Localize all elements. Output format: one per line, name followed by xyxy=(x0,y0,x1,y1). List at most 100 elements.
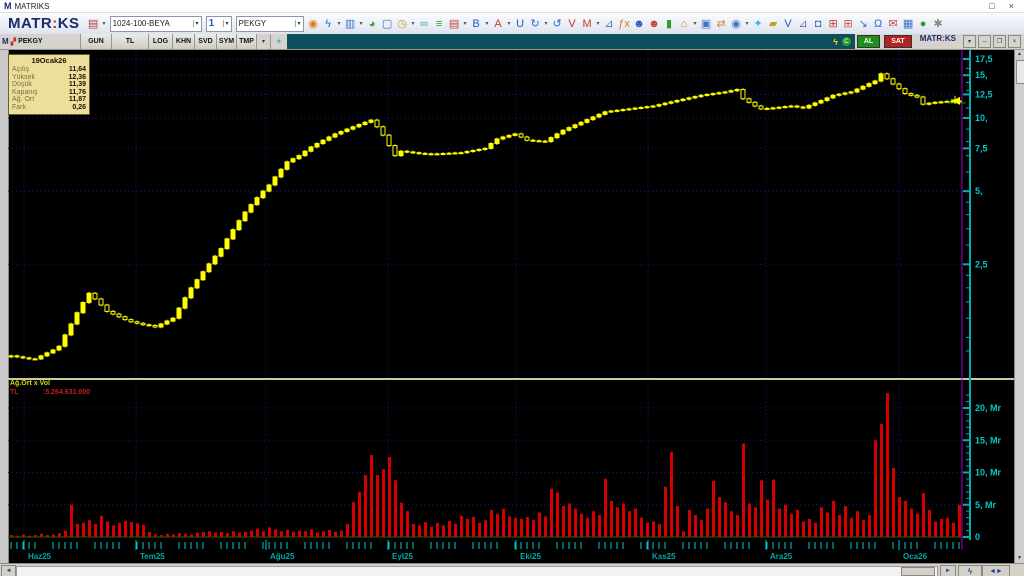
matriks-m-icon-caret[interactable]: ▾ xyxy=(595,20,602,27)
titlebar-button-khn[interactable]: KHN xyxy=(173,34,195,49)
mail-icon[interactable]: ✉ xyxy=(886,16,901,32)
drawing-tools-icon[interactable]: ⊿ xyxy=(796,16,811,32)
titlebar-button-tl[interactable]: TL xyxy=(112,34,149,49)
save-icon[interactable]: ▤ xyxy=(86,16,101,32)
lightning-icon[interactable]: ϟ xyxy=(321,16,336,32)
vertical-scrollbar[interactable]: ▲ ▼ xyxy=(1014,50,1024,563)
clock-icon-caret[interactable]: ▾ xyxy=(410,20,417,27)
horizontal-scroll-track[interactable] xyxy=(16,566,938,576)
profile-icon[interactable]: ☻ xyxy=(632,16,647,32)
screen-record-icon[interactable]: ◘ xyxy=(811,16,826,32)
horizontal-scrollbar[interactable]: ◄ ► ϟ ◄► xyxy=(0,563,1024,576)
analysis-icon-caret[interactable]: ▾ xyxy=(506,20,513,27)
monitor-icon[interactable]: ▢ xyxy=(380,16,395,32)
pie-chart-icon[interactable]: ◕ xyxy=(365,16,380,32)
titlebar-button-gun[interactable]: GUN xyxy=(81,34,112,49)
refresh-icon-caret[interactable]: ▾ xyxy=(543,20,550,27)
quick-trade-lightning-icon[interactable]: ϟ xyxy=(833,37,838,47)
screener-icon-caret[interactable]: ▾ xyxy=(744,20,751,27)
chart-pin-caret-icon[interactable]: ▾ xyxy=(963,35,976,48)
chart-close-icon[interactable]: × xyxy=(1008,35,1021,48)
lightning-icon-caret[interactable]: ▾ xyxy=(336,20,343,27)
vertical-scroll-thumb[interactable] xyxy=(1016,60,1024,84)
titlebar-button-tmp[interactable]: TMP xyxy=(237,34,257,49)
scroll-left-icon[interactable]: ◄ xyxy=(1,565,16,576)
refresh-data-icon[interactable]: ϟ xyxy=(958,565,982,576)
company-icon[interactable]: ⌂ xyxy=(677,16,692,32)
svg-text:10, Mr: 10, Mr xyxy=(975,468,1002,478)
page-nav-arrows-icon[interactable]: ◄► xyxy=(982,565,1010,576)
chart-canvas[interactable]: 17,5 15, 12,5 10, 7,5 5, 2,5 20, Mr 15, Mr 10, Mr… xyxy=(8,50,1014,563)
refresh-alt-icon[interactable]: ↺ xyxy=(550,16,565,32)
chat-icon[interactable]: ● xyxy=(916,16,931,32)
chart-twitter-icon[interactable]: ✦ xyxy=(271,34,287,49)
analysis-icon[interactable]: A xyxy=(491,16,506,32)
ohlc-info-box: 19Ocak26 Açılış 11,64 Yüksek 12,36 Düşük 11,3… xyxy=(8,54,90,115)
scroll-down-icon[interactable]: ▼ xyxy=(1015,554,1024,563)
sell-button[interactable]: SAT xyxy=(884,35,912,48)
chart-compare-icon[interactable]: ▞ xyxy=(11,38,16,46)
alarm-icon[interactable]: Ω xyxy=(871,16,886,32)
formula-icon[interactable]: ƒx xyxy=(617,16,632,32)
screener-icon[interactable]: ◉ xyxy=(729,16,744,32)
portfolio-icon[interactable]: ▮ xyxy=(662,16,677,32)
company-icon-caret[interactable]: ▾ xyxy=(692,20,699,27)
zoom-icon[interactable]: ◉ xyxy=(306,16,321,32)
titlebar-filler: ϟ C xyxy=(287,34,855,49)
chart-minimize-icon[interactable]: ─ xyxy=(978,35,991,48)
horizontal-scroll-thumb[interactable] xyxy=(901,567,935,576)
chart-line-icon[interactable]: ⊿ xyxy=(602,16,617,32)
workspace-select[interactable]: 1024-100-BEYA ▾ xyxy=(109,15,202,32)
chart-restore-icon[interactable]: ❐ xyxy=(993,35,1006,48)
bonds-icon[interactable]: B xyxy=(469,16,484,32)
news-icon-caret[interactable]: ▾ xyxy=(462,20,469,27)
titlebar-button-log[interactable]: LOG xyxy=(149,34,173,49)
contacts-icon[interactable]: ☻ xyxy=(647,16,662,32)
svg-text:20, Mr: 20, Mr xyxy=(975,403,1002,413)
handshake-icon[interactable]: ∞ xyxy=(417,16,432,32)
refresh-icon[interactable]: ↻ xyxy=(528,16,543,32)
pointer-icon[interactable]: ↘ xyxy=(856,16,871,32)
exchange-icon[interactable]: ⇄ xyxy=(714,16,729,32)
buy-button[interactable]: AL xyxy=(856,35,881,48)
bonds-icon-caret[interactable]: ▾ xyxy=(484,20,491,27)
titlebar-button-svd[interactable]: SVD xyxy=(195,34,217,49)
condition-c-icon[interactable]: C xyxy=(841,37,851,46)
documents-icon[interactable]: ▣ xyxy=(699,16,714,32)
svg-text:Eki25: Eki25 xyxy=(520,552,541,561)
titlebar-brand: MATR:KS xyxy=(919,34,956,43)
folder-icon[interactable]: ▰ xyxy=(766,16,781,32)
svg-text:Tem25: Tem25 xyxy=(140,552,165,561)
v-icon[interactable]: V xyxy=(781,16,796,32)
news-icon[interactable]: ▤ xyxy=(447,16,462,32)
matriks-terminal: { "os_titlebar": { "app_name": "MATRIKS"… xyxy=(0,0,1024,576)
viop-icon[interactable]: V xyxy=(565,16,580,32)
calculator-icon[interactable]: ▦ xyxy=(901,16,916,32)
restore-window-icon[interactable]: □ xyxy=(989,1,994,11)
settings-icon[interactable]: ✱ xyxy=(931,16,946,32)
chart-symbol-label[interactable]: PEKGY xyxy=(18,38,43,45)
symbol-select[interactable]: PEKGY ▾ xyxy=(235,15,304,32)
funds-icon[interactable]: U xyxy=(513,16,528,32)
chart-options-caret-icon[interactable]: ▾ xyxy=(257,34,271,49)
market-depth-icon[interactable]: ≡ xyxy=(432,16,447,32)
svg-text:7,5: 7,5 xyxy=(975,143,988,153)
page-select[interactable]: 1 ▾ xyxy=(205,15,232,32)
scroll-up-icon[interactable]: ▲ xyxy=(1015,50,1024,59)
scroll-right-icon[interactable]: ► xyxy=(940,565,956,576)
matriks-m-icon[interactable]: M xyxy=(580,16,595,32)
chart-m-icon[interactable]: M xyxy=(2,37,9,46)
twitter-icon[interactable]: ✦ xyxy=(751,16,766,32)
chart-icon[interactable]: ▥ xyxy=(343,16,358,32)
info-row: Düşük 11,39 xyxy=(12,81,86,89)
info-date: 19Ocak26 xyxy=(31,56,67,65)
svg-text:Haz25: Haz25 xyxy=(28,552,52,561)
chart-icon-caret[interactable]: ▾ xyxy=(358,20,365,27)
save-icon-caret[interactable]: ▾ xyxy=(101,20,108,27)
titlebar-button-sym[interactable]: SYM xyxy=(217,34,237,49)
clock-icon[interactable]: ◷ xyxy=(395,16,410,32)
close-window-icon[interactable]: × xyxy=(1009,1,1014,11)
window-alt-icon[interactable]: ⊞ xyxy=(841,16,856,32)
window-icon[interactable]: ⊞ xyxy=(826,16,841,32)
svg-text:Kas25: Kas25 xyxy=(652,552,676,561)
